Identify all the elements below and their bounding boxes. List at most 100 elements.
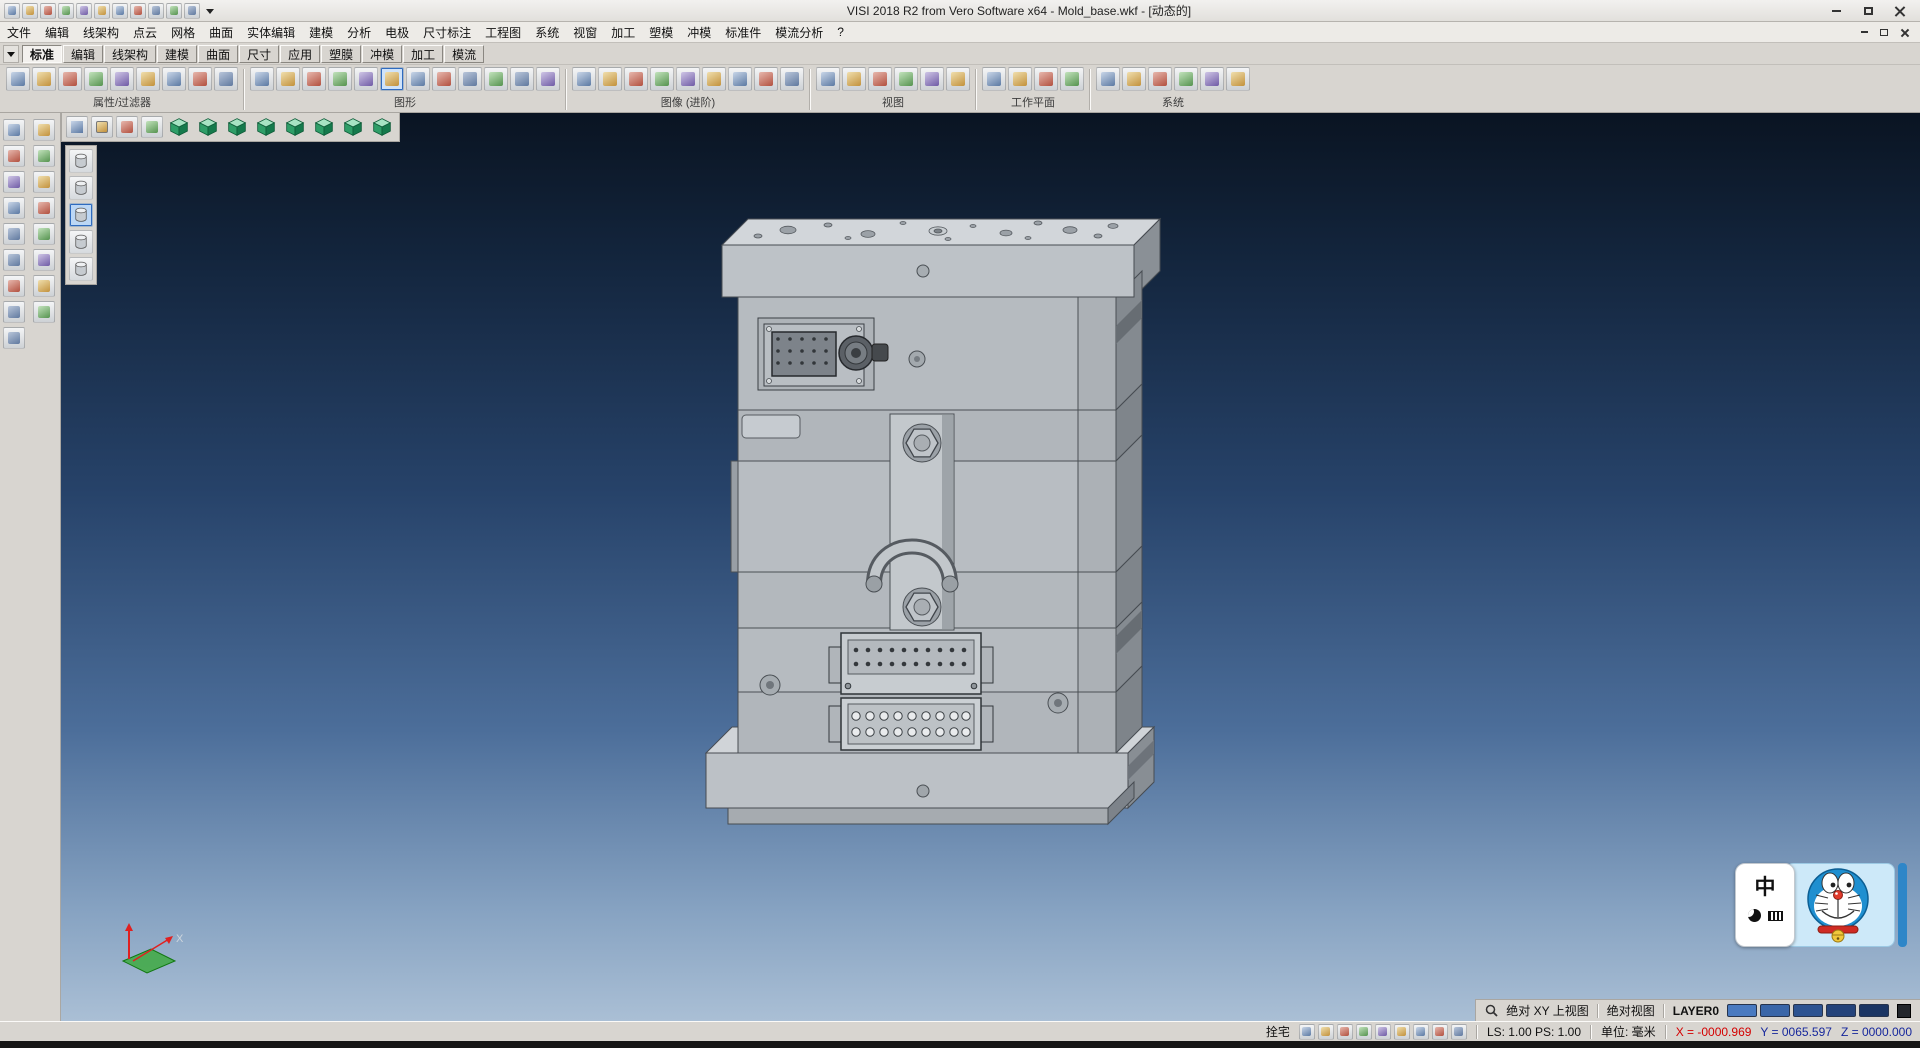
snap-settings-icon[interactable] <box>1174 67 1198 91</box>
active-layer-label[interactable]: LAYER0 <box>1673 1004 1719 1018</box>
menu-wireframe[interactable]: 线架构 <box>76 22 126 43</box>
display-filter-point-icon[interactable] <box>69 257 93 281</box>
view-left-icon[interactable] <box>282 115 308 139</box>
sketch-tool-icon[interactable] <box>33 197 55 219</box>
menu-file[interactable]: 文件 <box>0 22 38 43</box>
ime-status-pill[interactable]: 中 <box>1735 863 1795 947</box>
maximize-button[interactable] <box>1852 2 1884 20</box>
tab-machining[interactable]: 加工 <box>403 45 443 63</box>
layer-color-swatch[interactable] <box>1793 1004 1823 1017</box>
print-icon[interactable] <box>76 3 92 19</box>
sheet-a-icon[interactable] <box>432 67 456 91</box>
color-palette-icon[interactable] <box>1096 67 1120 91</box>
menu-drafting[interactable]: 工程图 <box>478 22 528 43</box>
export-icon[interactable] <box>130 3 146 19</box>
view-dimetric-icon[interactable] <box>369 115 395 139</box>
hidden-line-icon[interactable] <box>354 67 378 91</box>
zoom-box-icon[interactable] <box>116 116 138 138</box>
ime-moon-icon[interactable] <box>1748 909 1761 922</box>
trim-tool-icon[interactable] <box>33 119 55 141</box>
menu-edit[interactable]: 编辑 <box>38 22 76 43</box>
ime-mode-indicator[interactable]: 中 <box>1755 871 1776 901</box>
view-target-icon[interactable] <box>141 116 163 138</box>
render-texture-icon[interactable] <box>650 67 674 91</box>
draft-face-icon[interactable] <box>1226 67 1250 91</box>
menu-help[interactable]: ? <box>830 23 851 41</box>
menu-mold[interactable]: 塑模 <box>642 22 680 43</box>
mdi-restore-button[interactable] <box>1874 25 1894 39</box>
wireframe-display-icon[interactable] <box>302 67 326 91</box>
tab-standard[interactable]: 标准 <box>22 45 62 63</box>
display-filter-all-icon[interactable] <box>69 149 93 173</box>
point-tool-icon[interactable] <box>3 275 25 297</box>
menu-analysis[interactable]: 分析 <box>340 22 378 43</box>
attribute-eraser-icon[interactable] <box>214 67 238 91</box>
tab-molding[interactable]: 塑膜 <box>321 45 361 63</box>
notebook-tool-icon[interactable] <box>33 223 55 245</box>
pan-view-icon[interactable] <box>894 67 918 91</box>
brush-mini-icon[interactable] <box>1337 1024 1353 1040</box>
shaded-display-icon[interactable] <box>328 67 352 91</box>
snap-tool-icon[interactable] <box>33 275 55 297</box>
color-filter-a-icon[interactable] <box>58 67 82 91</box>
zoom-all-icon[interactable] <box>816 67 840 91</box>
undo-icon[interactable] <box>148 3 164 19</box>
menu-mesh[interactable]: 网格 <box>164 22 202 43</box>
help-mini-icon[interactable] <box>1356 1024 1372 1040</box>
zoom-previous-icon[interactable] <box>868 67 892 91</box>
workplane-view-icon[interactable] <box>1060 67 1084 91</box>
close-button[interactable] <box>1884 2 1916 20</box>
viewport-layout[interactable] <box>91 116 113 138</box>
link-icon[interactable] <box>536 67 560 91</box>
funnel-filter-icon[interactable] <box>110 67 134 91</box>
menu-standard-parts[interactable]: 标准件 <box>718 22 768 43</box>
tab-flow[interactable]: 模流 <box>444 45 484 63</box>
menu-system[interactable]: 系统 <box>528 22 566 43</box>
render-gouraud-icon[interactable] <box>624 67 648 91</box>
layer-color-swatch[interactable] <box>1760 1004 1790 1017</box>
viewport-3d[interactable]: X 中 <box>61 113 1920 1021</box>
view-front-icon[interactable] <box>224 115 250 139</box>
ghost-display-icon[interactable] <box>380 67 404 91</box>
menu-surface[interactable]: 曲面 <box>202 22 240 43</box>
qat-dropdown[interactable] <box>202 3 218 19</box>
viewport-menu[interactable] <box>66 116 88 138</box>
save-all-icon[interactable] <box>58 3 74 19</box>
render-section-icon[interactable] <box>728 67 752 91</box>
tab-application[interactable]: 应用 <box>280 45 320 63</box>
menu-die[interactable]: 冲模 <box>680 22 718 43</box>
blank-sheet-icon[interactable] <box>276 67 300 91</box>
refresh-mini-icon[interactable] <box>1432 1024 1448 1040</box>
palette-mini-icon[interactable] <box>1318 1024 1334 1040</box>
render-wireframe-icon[interactable] <box>572 67 596 91</box>
layer-color-swatch[interactable] <box>1826 1004 1856 1017</box>
funnel-filter-add-icon[interactable] <box>136 67 160 91</box>
view-mode-label[interactable]: 绝对 XY 上视图 <box>1506 1002 1588 1019</box>
layer-color-swatch[interactable] <box>1859 1004 1889 1017</box>
annotate-tool-icon[interactable] <box>33 145 55 167</box>
ime-side-tab[interactable] <box>1898 863 1907 947</box>
select-tool-icon[interactable] <box>3 119 25 141</box>
tab-overflow-button[interactable] <box>3 45 19 63</box>
surface-tool-icon[interactable] <box>3 223 25 245</box>
redo-icon[interactable] <box>166 3 182 19</box>
menu-dimension[interactable]: 尺寸标注 <box>416 22 478 43</box>
mdi-minimize-button[interactable] <box>1854 25 1874 39</box>
redraw-icon[interactable] <box>250 67 274 91</box>
cube-mini-icon[interactable] <box>1394 1024 1410 1040</box>
view-iso-icon[interactable] <box>166 115 192 139</box>
tab-surface[interactable]: 曲面 <box>198 45 238 63</box>
menu-modeling[interactable]: 建模 <box>302 22 340 43</box>
tab-edit[interactable]: 编辑 <box>63 45 103 63</box>
import-icon[interactable] <box>112 3 128 19</box>
menu-solid-edit[interactable]: 实体编辑 <box>240 22 302 43</box>
print-preview-icon[interactable] <box>94 3 110 19</box>
curve-tool-icon[interactable] <box>3 249 25 271</box>
view-manager-icon[interactable] <box>946 67 970 91</box>
display-filter-solid-icon[interactable] <box>69 203 93 227</box>
zoom-window-icon[interactable] <box>842 67 866 91</box>
display-filter-surface-icon[interactable] <box>69 230 93 254</box>
attribute-stamp-icon[interactable] <box>32 67 56 91</box>
display-filter-wire-icon[interactable] <box>69 176 93 200</box>
view-reference-label[interactable]: 绝对视图 <box>1607 1002 1655 1019</box>
